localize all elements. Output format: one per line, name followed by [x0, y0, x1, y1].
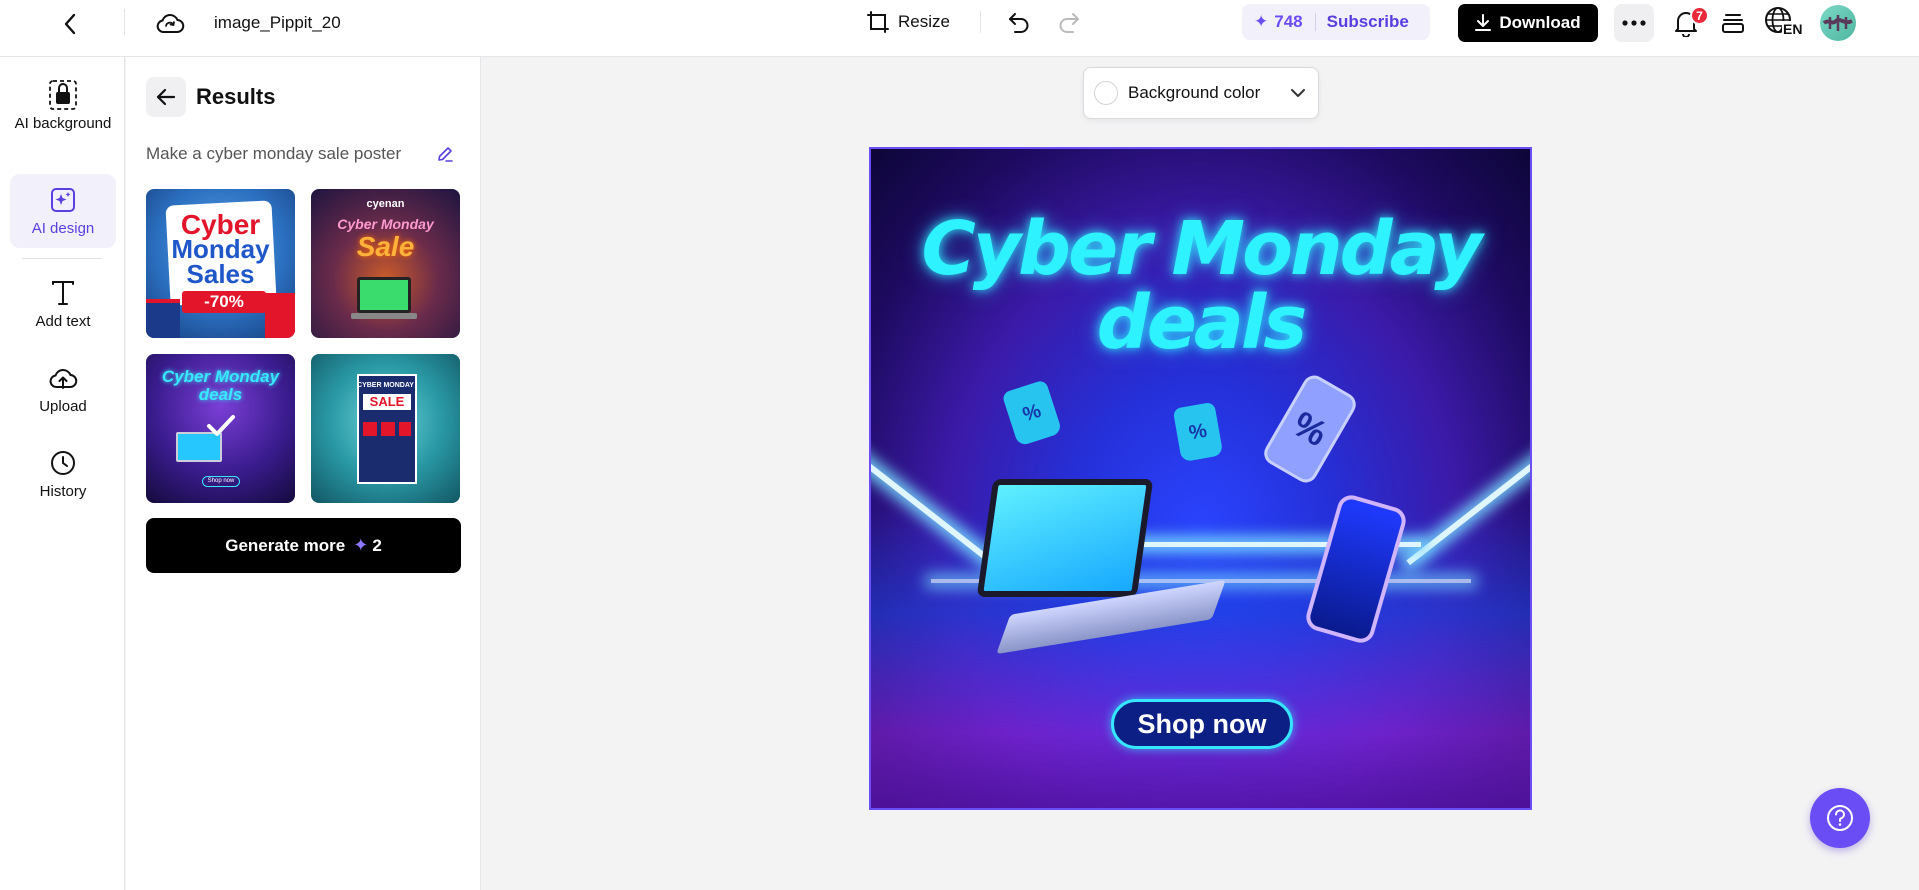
sale-banner: SALE — [363, 394, 411, 410]
discount-badge: -70% — [182, 291, 266, 313]
file-name[interactable]: image_Pippit_20 — [214, 12, 346, 34]
divider — [980, 11, 981, 33]
thumbnail-text: Cyber Monday — [337, 216, 434, 232]
results-back-button[interactable] — [146, 77, 186, 117]
undo-icon — [1009, 13, 1029, 33]
background-color-dropdown[interactable]: Background color — [1083, 67, 1319, 119]
generate-cost: 2 — [372, 535, 382, 555]
edit-prompt-button[interactable] — [433, 142, 457, 166]
color-swatch — [1094, 81, 1118, 105]
rail-item-label: Upload — [39, 398, 87, 415]
result-thumbnail[interactable]: cyenan Cyber Monday Sale — [311, 189, 460, 338]
redo-button[interactable] — [1054, 8, 1084, 36]
rail-item-add-text[interactable]: Add text — [10, 277, 116, 341]
gift-box — [265, 293, 295, 338]
laptop-shape — [351, 313, 417, 319]
background-color-label: Background color — [1128, 83, 1261, 102]
redo-icon — [1059, 13, 1079, 33]
upload-cloud-icon — [47, 362, 79, 394]
thumbnail-text: deals — [198, 385, 243, 404]
divider — [1314, 13, 1316, 31]
result-thumbnail[interactable]: Cyber Monday Sales -70% — [146, 189, 295, 338]
ai-design-icon — [47, 184, 79, 216]
discount-badge-text: -70% — [204, 292, 244, 311]
sparkle-icon: ✦ — [1254, 12, 1269, 31]
cloud-sync-icon — [156, 14, 185, 33]
more-horizontal-icon — [1622, 20, 1646, 26]
help-button[interactable] — [1810, 788, 1870, 848]
gift-box — [146, 299, 180, 338]
thumbnail-shop-button: Shop now — [202, 476, 240, 487]
credits-box: ✦ 748 Subscribe — [1242, 4, 1430, 40]
clock-icon — [47, 447, 79, 479]
laptop-shape — [357, 277, 411, 313]
download-button[interactable]: Download — [1458, 4, 1598, 42]
avatar[interactable] — [1820, 5, 1856, 41]
left-rail: AI background AI design Add text Upload … — [0, 57, 125, 890]
poster-title-line2: deals — [1096, 280, 1308, 366]
price-tag: % — [1172, 401, 1224, 463]
question-mark-icon — [1827, 805, 1853, 831]
rail-item-upload[interactable]: Upload — [10, 362, 116, 426]
results-title: Results — [196, 84, 276, 109]
thumbnail-text: Cyber Monday — [161, 367, 280, 386]
avatar-image — [1822, 15, 1853, 31]
sale-banner-text: SALE — [369, 394, 405, 409]
undo-button[interactable] — [1004, 8, 1034, 36]
credits-count: 748 — [1274, 12, 1303, 31]
rail-item-label: History — [39, 483, 87, 500]
pencil-icon — [438, 147, 453, 162]
more-options-button[interactable] — [1614, 4, 1654, 42]
laptop-screen — [976, 479, 1154, 597]
language-button[interactable]: EN — [1764, 4, 1806, 40]
ai-background-icon — [47, 79, 79, 111]
generate-more-button[interactable]: Generate more ✦ 2 — [146, 518, 461, 573]
results-panel: Results Make a cyber monday sale poster … — [126, 57, 481, 890]
divider — [124, 9, 125, 35]
result-thumbnail-selected[interactable]: Cyber Monday deals Shop now — [146, 354, 295, 503]
resize-label: Resize — [898, 12, 950, 31]
back-button[interactable] — [55, 9, 85, 39]
layers-icon — [1722, 14, 1744, 33]
download-icon — [1475, 14, 1492, 31]
top-bar: image_Pippit_20 Resize ✦ 748 Subscribe D… — [0, 0, 1919, 57]
rail-item-history[interactable]: History — [10, 447, 116, 511]
download-label: Download — [1499, 13, 1581, 32]
language-label: EN — [1782, 21, 1804, 37]
rail-item-ai-background[interactable]: AI background — [10, 77, 116, 171]
thumbnail-shop-label: Shop now — [207, 478, 235, 484]
poster-floor — [871, 508, 1530, 808]
chevron-left-icon — [64, 13, 76, 35]
generate-more-label: Generate more — [225, 535, 346, 555]
thumbnail-text: Sale — [356, 231, 415, 262]
sparkle-icon: ✦ — [353, 535, 369, 555]
product-tile — [363, 422, 377, 436]
text-icon — [47, 277, 79, 309]
resize-icon — [867, 11, 889, 33]
arrow-left-icon — [156, 88, 176, 106]
divider — [22, 258, 102, 259]
checkmark-icon — [207, 415, 235, 436]
result-thumbnail[interactable]: CYBER MONDAY SALE — [311, 354, 460, 503]
subscribe-button[interactable]: Subscribe — [1327, 12, 1409, 32]
rail-item-label: Add text — [35, 313, 91, 330]
prompt-text: Make a cyber monday sale poster — [146, 144, 402, 163]
rail-item-ai-design[interactable]: AI design — [10, 174, 116, 248]
poster-title-line1: Cyber Monday — [921, 206, 1483, 292]
resize-button[interactable]: Resize — [866, 8, 950, 36]
rail-item-label: AI background — [14, 115, 112, 132]
poster-canvas[interactable]: Cyber Monday deals % % % Shop now — [869, 147, 1532, 810]
shop-now-button[interactable]: Shop now — [1111, 699, 1293, 749]
product-tile — [381, 422, 395, 436]
notification-badge: 7 — [1690, 6, 1709, 25]
thumbnail-text: CYBER MONDAY — [357, 382, 414, 389]
product-tile — [399, 422, 411, 436]
chevron-down-icon — [1291, 89, 1305, 97]
rail-item-label: AI design — [31, 220, 95, 237]
notifications-button[interactable]: 7 — [1668, 6, 1709, 40]
cloud-sync-button[interactable] — [154, 8, 186, 38]
thumbnail-brand: cyenan — [366, 198, 405, 210]
layers-button[interactable] — [1718, 8, 1748, 38]
thumbnail-text: Sales — [186, 259, 255, 289]
